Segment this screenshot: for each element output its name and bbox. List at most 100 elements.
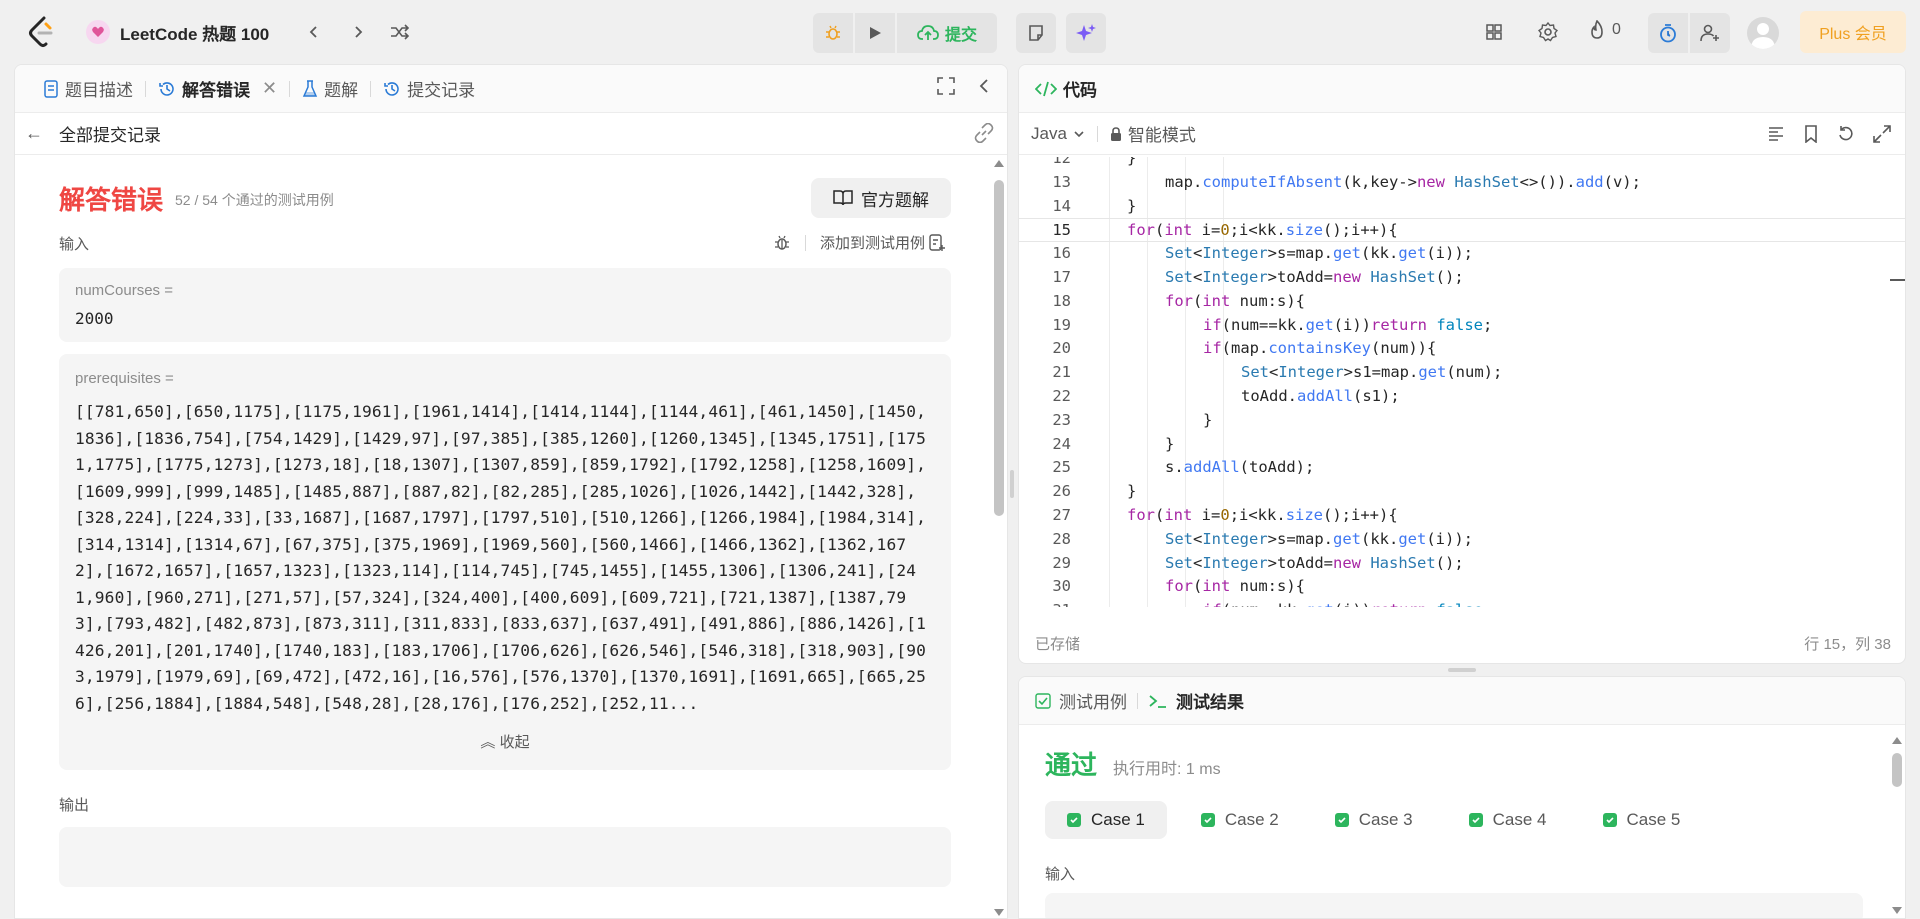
ai-assistant-button[interactable] <box>1066 13 1106 53</box>
code-line[interactable]: 13 map.computeIfAbsent(k,key->new HashSet… <box>1019 171 1905 195</box>
line-number: 30 <box>1052 577 1071 596</box>
param-value: 2000 <box>75 309 114 328</box>
code-panel-header: 代码 <box>1019 65 1905 113</box>
left-scrollbar[interactable] <box>990 156 1006 918</box>
smart-mode-toggle[interactable]: 智能模式 <box>1110 121 1196 146</box>
shuffle-icon[interactable] <box>388 20 412 44</box>
problem-list-title: LeetCode 热题 100 <box>120 24 270 44</box>
code-brackets-icon <box>1035 81 1057 96</box>
bookmark-icon[interactable] <box>1803 125 1819 143</box>
code-line[interactable]: 12} <box>1019 157 1905 171</box>
expand-icon[interactable] <box>1873 125 1891 143</box>
code-text: Set<Integer>s1=map.get(num); <box>1241 363 1503 382</box>
code-line[interactable]: 20 if(map.containsKey(num)){ <box>1019 337 1905 361</box>
flask-icon <box>302 79 318 97</box>
tab-testcase[interactable]: 测试用例 <box>1035 688 1137 713</box>
official-solution-button[interactable]: 官方题解 <box>811 178 951 218</box>
test-panel: 测试用例 测试结果 通过 执行用时: 1 ms Case 1 Case 2 Case… <box>1018 676 1906 919</box>
prev-problem-icon[interactable] <box>302 20 326 44</box>
output-box <box>59 827 951 887</box>
share-link-icon[interactable] <box>973 123 995 143</box>
add-to-testcase-button[interactable]: 添加到测试用例 <box>820 232 945 253</box>
code-line[interactable]: 22 toAdd.addAll(s1); <box>1019 385 1905 409</box>
lock-icon <box>1110 126 1121 141</box>
code-line[interactable]: 30 for(int num:s){ <box>1019 575 1905 599</box>
check-icon <box>1334 813 1349 827</box>
settings-gear-icon[interactable] <box>1536 20 1560 44</box>
leetcode-logo-icon[interactable] <box>26 16 56 48</box>
code-line[interactable]: 14} <box>1019 195 1905 219</box>
debug-button[interactable] <box>813 13 853 53</box>
vertical-splitter-handle[interactable] <box>1010 470 1014 498</box>
run-result: 通过 执行用时: 1 ms <box>1045 745 1221 782</box>
case-tab[interactable]: Case 3 <box>1313 801 1435 839</box>
streak-count: 0 <box>1612 21 1621 38</box>
terminal-icon <box>1149 694 1166 708</box>
code-line[interactable]: 21 Set<Integer>s1=map.get(num); <box>1019 361 1905 385</box>
invite-user-button[interactable] <box>1690 13 1730 53</box>
language-selector[interactable]: Java <box>1031 124 1085 144</box>
timer-group <box>1648 13 1730 53</box>
debug-case-icon[interactable] <box>773 234 791 252</box>
fullscreen-icon[interactable] <box>937 77 955 95</box>
avatar[interactable] <box>1747 17 1779 49</box>
note-icon <box>1029 25 1043 41</box>
code-line[interactable]: 28 Set<Integer>s=map.get(kk.get(i)); <box>1019 528 1905 552</box>
run-button[interactable] <box>855 13 895 53</box>
param-value: [[781,650],[650,1175],[1175,1961],[1961,… <box>75 402 927 713</box>
case-tab[interactable]: Case 2 <box>1179 801 1301 839</box>
tab-wrong-answer[interactable]: 解答错误 ✕ <box>146 65 289 113</box>
layout-icon[interactable] <box>1482 20 1506 44</box>
code-line[interactable]: 17 Set<Integer>toAdd=new HashSet(); <box>1019 266 1905 290</box>
code-line[interactable]: 23} <box>1019 409 1905 433</box>
notes-button[interactable] <box>1016 13 1056 53</box>
tab-submissions[interactable]: 提交记录 <box>371 65 487 113</box>
code-text: if(map.containsKey(num)){ <box>1203 339 1437 358</box>
output-label: 输出 <box>59 797 90 814</box>
code-line[interactable]: 31 if(num==kk.get(i))return false; <box>1019 599 1905 607</box>
code-line[interactable]: 26} <box>1019 480 1905 504</box>
code-line[interactable]: 25 s.addAll(toAdd); <box>1019 456 1905 480</box>
format-icon[interactable] <box>1767 125 1785 143</box>
case-tab[interactable]: Case 4 <box>1447 801 1569 839</box>
case-tab[interactable]: Case 5 <box>1581 801 1703 839</box>
code-line[interactable]: 15 for(int i=0;i<kk.size();i++){ <box>1019 218 1905 243</box>
plus-membership-button[interactable]: Plus 会员 <box>1800 11 1906 53</box>
code-text: toAdd.addAll(s1); <box>1241 387 1400 405</box>
param-name: prerequisites = <box>75 370 174 387</box>
horizontal-splitter-handle[interactable] <box>1448 668 1476 672</box>
code-line[interactable]: 16 Set<Integer>s=map.get(kk.get(i)); <box>1019 242 1905 266</box>
timer-button[interactable] <box>1648 13 1688 53</box>
input-label: 输入 <box>59 235 90 253</box>
back-to-submissions[interactable]: ← 全部提交记录 <box>15 113 1007 155</box>
code-line[interactable]: 29 Set<Integer>toAdd=new HashSet(); <box>1019 552 1905 576</box>
checkbox-icon <box>1035 692 1051 709</box>
tab-solutions[interactable]: 题解 <box>290 65 370 113</box>
next-problem-icon[interactable] <box>346 20 370 44</box>
scrollbar-thumb[interactable] <box>1892 753 1902 787</box>
code-line[interactable]: 18 for(int num:s){ <box>1019 290 1905 314</box>
problem-list-selector[interactable]: LeetCode 热题 100 <box>86 18 269 46</box>
test-panel-scrollbar[interactable] <box>1889 733 1905 918</box>
code-line[interactable]: 19 if(num==kk.get(i))return false; <box>1019 314 1905 338</box>
tab-description[interactable]: 题目描述 <box>31 65 145 113</box>
code-line[interactable]: 24} <box>1019 433 1905 457</box>
code-text: s.addAll(toAdd); <box>1165 458 1315 477</box>
document-icon <box>44 79 58 98</box>
reset-icon[interactable] <box>1837 125 1855 143</box>
line-number: 31 <box>1019 599 1071 607</box>
code-text: for(int i=0;i<kk.size();i++){ <box>1127 506 1398 524</box>
bug-icon <box>826 25 840 40</box>
collapse-panel-icon[interactable] <box>977 77 991 95</box>
collapse-button[interactable]: ︽ 收起 <box>75 731 935 752</box>
scrollbar-thumb[interactable] <box>994 180 1004 516</box>
tab-test-result[interactable]: 测试结果 <box>1138 688 1254 713</box>
code-text: } <box>1127 196 1137 215</box>
code-line[interactable]: 27 for(int i=0;i<kk.size();i++){ <box>1019 504 1905 528</box>
close-tab-icon[interactable]: ✕ <box>262 78 277 99</box>
code-editor[interactable]: 12} 13 map.computeIfAbsent(k,key->new Hash… <box>1019 157 1905 607</box>
submit-button[interactable]: 提交 <box>897 13 997 53</box>
case-tab[interactable]: Case 1 <box>1045 801 1167 839</box>
line-number: 21 <box>1052 363 1071 382</box>
streak-counter[interactable]: 0 <box>1588 20 1621 40</box>
